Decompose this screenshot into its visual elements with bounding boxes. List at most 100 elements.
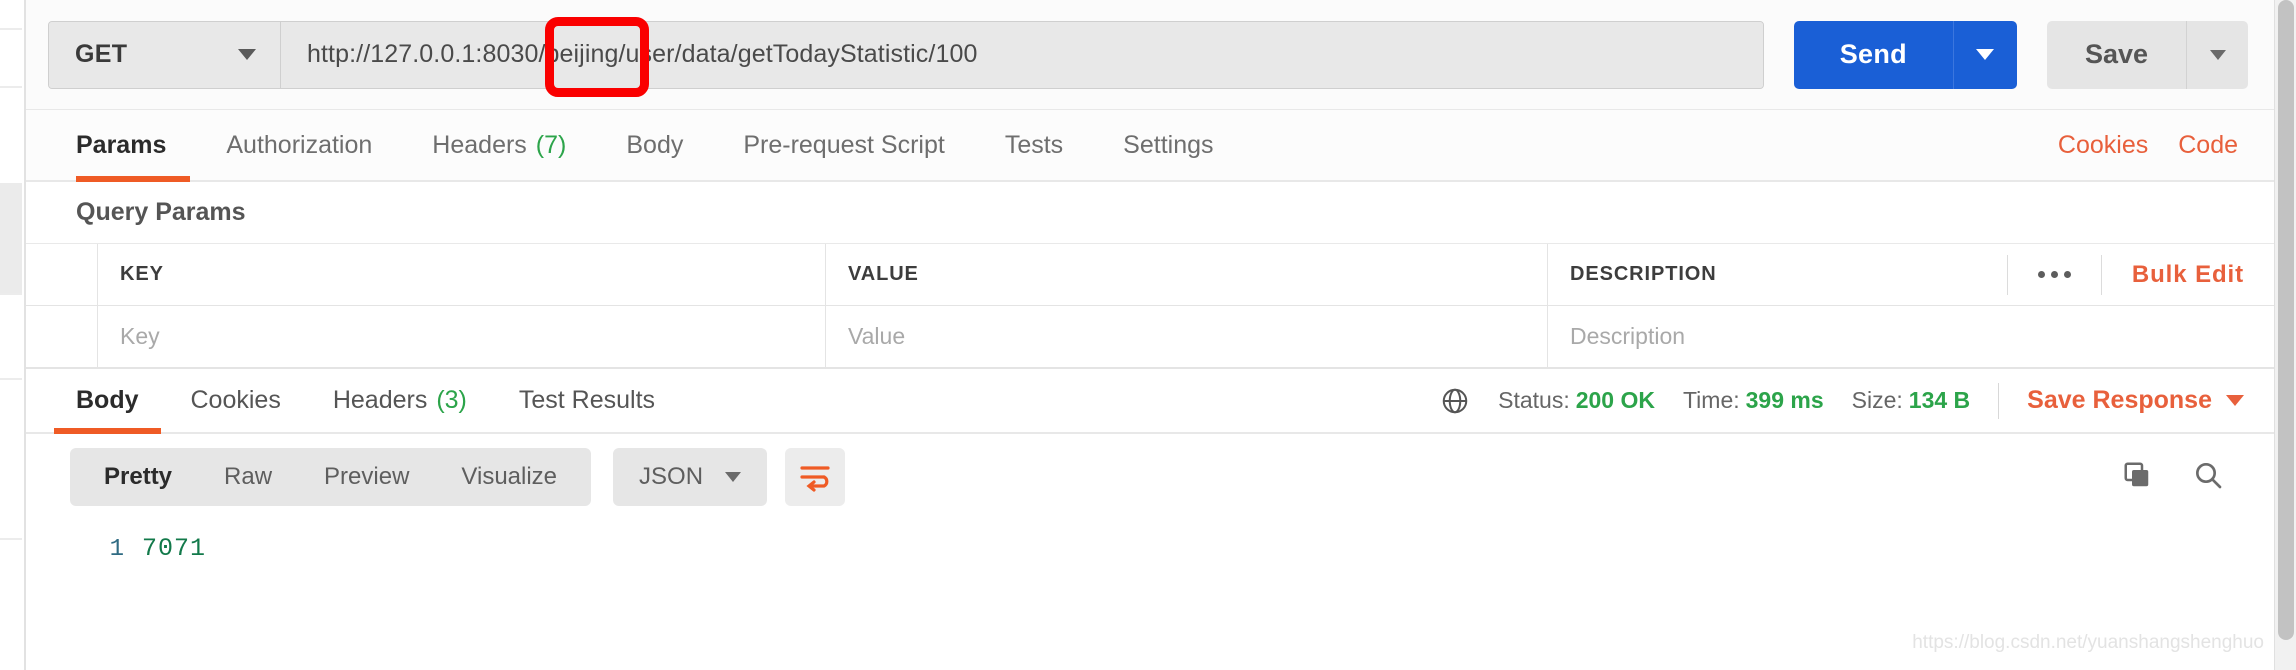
response-body-tools-right (2122, 459, 2246, 496)
view-pretty[interactable]: Pretty (78, 448, 198, 506)
chevron-down-icon (238, 49, 256, 60)
response-format-dropdown[interactable]: JSON (613, 448, 767, 506)
http-method-label: GET (75, 40, 127, 69)
table-header-row: KEY VALUE DESCRIPTION Bulk Edit (26, 244, 2274, 306)
response-tab-test-results[interactable]: Test Results (493, 369, 681, 432)
save-options-dropdown[interactable] (2186, 21, 2248, 89)
time-indicator: Time:399 ms (1683, 387, 1824, 414)
ellipsis-icon[interactable] (2007, 255, 2102, 295)
param-description-input[interactable]: Description (1548, 306, 2274, 367)
response-tab-cookies[interactable]: Cookies (165, 369, 307, 432)
response-format-label: JSON (639, 463, 703, 491)
tab-body[interactable]: Body (596, 110, 713, 180)
view-visualize[interactable]: Visualize (435, 448, 583, 506)
sidebar-strip-segment[interactable] (0, 30, 22, 88)
code-line: 1 7071 (26, 534, 2274, 563)
response-body-content[interactable]: 1 7071 https://blog.csdn.net/yuanshangsh… (26, 520, 2274, 670)
tab-label: Settings (1123, 131, 1213, 160)
param-key-placeholder: Key (120, 323, 160, 350)
size-indicator: Size:134 B (1852, 387, 1971, 414)
tab-label: Tests (1005, 131, 1063, 160)
response-meta: Status:200 OK Time:399 ms Size:134 B Sav… (1440, 369, 2274, 432)
send-button-group: Send (1794, 21, 2017, 89)
response-body-toolbar: Pretty Raw Preview Visualize JSON (26, 434, 2274, 520)
http-method-dropdown[interactable]: GET (49, 22, 281, 88)
line-number: 1 (26, 536, 142, 563)
param-key-input[interactable]: Key (98, 306, 826, 367)
tab-tests[interactable]: Tests (975, 110, 1093, 180)
param-value-input[interactable]: Value (826, 306, 1548, 367)
column-header-value: VALUE (826, 244, 1548, 305)
status-label: Status: (1498, 387, 1570, 413)
sidebar-strip-segment[interactable] (0, 380, 22, 540)
send-options-dropdown[interactable] (1953, 21, 2017, 89)
time-value: 399 ms (1746, 387, 1824, 413)
view-preview[interactable]: Preview (298, 448, 435, 506)
globe-icon[interactable] (1440, 386, 1470, 416)
response-tabs: Body Cookies Headers (3) Test Results (26, 368, 2274, 434)
scrollbar-thumb[interactable] (2278, 0, 2294, 640)
url-text: http://127.0.0.1:8030/beijing/user/data/… (307, 40, 977, 69)
code-link[interactable]: Code (2178, 131, 2238, 160)
query-params-table: KEY VALUE DESCRIPTION Bulk Edit Key Valu… (26, 244, 2274, 368)
bulk-edit-button[interactable]: Bulk Edit (2102, 261, 2244, 289)
save-response-label: Save Response (2027, 386, 2212, 415)
tab-label: Params (76, 131, 166, 160)
chevron-down-icon (725, 472, 741, 482)
save-button-group: Save (2047, 21, 2248, 89)
save-response-button[interactable]: Save Response (2027, 386, 2244, 415)
tab-label: Cookies (191, 386, 281, 415)
tab-label: Body (76, 386, 139, 415)
sidebar-strip-segment[interactable] (0, 0, 22, 30)
table-row: Key Value Description (26, 306, 2274, 368)
tab-params[interactable]: Params (70, 110, 196, 180)
status-indicator: Status:200 OK (1498, 387, 1655, 414)
chevron-down-icon (2210, 50, 2226, 60)
chevron-down-icon (2226, 395, 2244, 406)
request-tabs-actions: Cookies Code (2058, 110, 2274, 180)
tab-label: Body (626, 131, 683, 160)
chevron-down-icon (1976, 49, 1994, 60)
view-raw[interactable]: Raw (198, 448, 298, 506)
response-body-value: 7071 (142, 534, 206, 563)
copy-icon[interactable] (2122, 460, 2152, 495)
tab-headers[interactable]: Headers (7) (402, 110, 596, 180)
url-input[interactable]: http://127.0.0.1:8030/beijing/user/data/… (281, 22, 1763, 88)
save-button[interactable]: Save (2047, 21, 2186, 89)
sidebar-edge-strip (0, 0, 26, 670)
status-value: 200 OK (1576, 387, 1655, 413)
tab-count-badge: (7) (536, 131, 567, 160)
param-value-placeholder: Value (848, 323, 905, 350)
search-icon[interactable] (2192, 459, 2224, 496)
row-checkbox-cell[interactable] (26, 306, 98, 367)
tab-label: Headers (432, 131, 527, 160)
watermark: https://blog.csdn.net/yuanshangshenghuo (1912, 632, 2264, 654)
tab-count-badge: (3) (436, 386, 467, 415)
sidebar-strip-segment-selected[interactable] (0, 183, 22, 295)
param-description-placeholder: Description (1570, 323, 1685, 350)
sidebar-strip-segment[interactable] (0, 295, 22, 380)
url-input-group: GET http://127.0.0.1:8030/beijing/user/d… (48, 21, 1764, 89)
table-header-actions: Bulk Edit (2007, 255, 2274, 295)
column-header-key: KEY (98, 244, 826, 305)
tab-authorization[interactable]: Authorization (196, 110, 402, 180)
tab-label: Pre-request Script (743, 131, 944, 160)
vertical-scrollbar[interactable] (2274, 0, 2296, 670)
url-bar-row: GET http://127.0.0.1:8030/beijing/user/d… (26, 0, 2274, 110)
cookies-link[interactable]: Cookies (2058, 131, 2148, 160)
word-wrap-icon[interactable] (785, 448, 845, 506)
size-value: 134 B (1909, 387, 1970, 413)
time-label: Time: (1683, 387, 1740, 413)
size-label: Size: (1852, 387, 1903, 413)
response-tab-headers[interactable]: Headers (3) (307, 369, 493, 432)
query-params-title: Query Params (26, 182, 2274, 244)
divider (1998, 383, 1999, 419)
send-button[interactable]: Send (1794, 21, 1953, 89)
tab-settings[interactable]: Settings (1093, 110, 1243, 180)
postman-window: GET http://127.0.0.1:8030/beijing/user/d… (0, 0, 2296, 670)
tab-label: Headers (333, 386, 428, 415)
row-checkbox-cell[interactable] (26, 244, 98, 305)
response-tab-body[interactable]: Body (50, 369, 165, 432)
column-header-description: DESCRIPTION Bulk Edit (1548, 244, 2274, 305)
tab-pre-request-script[interactable]: Pre-request Script (713, 110, 974, 180)
